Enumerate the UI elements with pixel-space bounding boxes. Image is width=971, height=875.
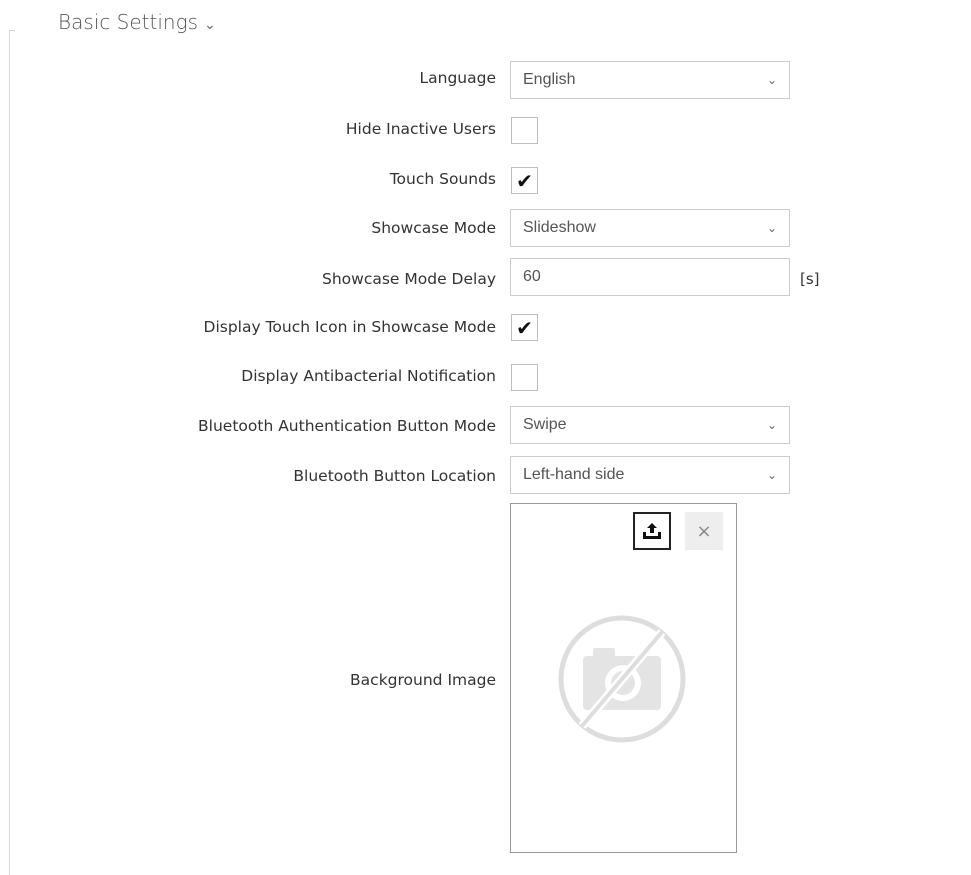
- language-select-value: English: [523, 71, 576, 88]
- showcase-mode-select[interactable]: Slideshow ⌄: [510, 209, 790, 247]
- bt-auth-button-mode-select-value: Swipe: [523, 416, 567, 433]
- showcase-mode-delay-value: 60: [523, 268, 541, 285]
- language-select[interactable]: English ⌄: [510, 61, 790, 99]
- display-touch-icon-label: Display Touch Icon in Showcase Mode: [203, 318, 496, 336]
- chevron-down-icon: ⌄: [204, 17, 216, 33]
- language-label: Language: [419, 69, 497, 87]
- bt-button-location-select-value: Left-hand side: [523, 466, 625, 483]
- upload-image-button[interactable]: [633, 512, 671, 550]
- display-touch-icon-checkbox[interactable]: ✔: [511, 314, 538, 341]
- showcase-mode-delay-input[interactable]: 60: [510, 258, 790, 296]
- display-antibacterial-checkbox[interactable]: [511, 364, 538, 391]
- section-title: Basic Settings: [58, 10, 199, 34]
- background-image-label: Background Image: [350, 671, 496, 689]
- chevron-down-icon: ⌄: [766, 468, 777, 482]
- section-header-basic-settings[interactable]: Basic Settings ⌄: [58, 10, 216, 34]
- showcase-mode-select-value: Slideshow: [523, 219, 596, 236]
- hide-inactive-users-checkbox[interactable]: [511, 117, 538, 144]
- touch-sounds-label: Touch Sounds: [389, 170, 496, 188]
- chevron-down-icon: ⌄: [766, 221, 777, 235]
- showcase-mode-delay-label: Showcase Mode Delay: [322, 270, 496, 288]
- upload-icon: [643, 523, 661, 539]
- chevron-down-icon: ⌄: [766, 73, 777, 87]
- bt-button-location-select[interactable]: Left-hand side ⌄: [510, 456, 790, 494]
- checkmark-icon: ✔: [516, 315, 533, 340]
- close-icon: ×: [696, 520, 712, 542]
- touch-sounds-checkbox[interactable]: ✔: [511, 167, 538, 194]
- checkmark-icon: ✔: [516, 168, 533, 193]
- section-frame-line: [9, 30, 10, 875]
- no-image-camera-icon: [558, 615, 686, 743]
- showcase-mode-delay-unit: [s]: [800, 270, 820, 288]
- showcase-mode-label: Showcase Mode: [371, 219, 496, 237]
- display-antibacterial-label: Display Antibacterial Notification: [241, 367, 496, 385]
- bt-auth-button-mode-label: Bluetooth Authentication Button Mode: [198, 417, 496, 435]
- bt-button-location-label: Bluetooth Button Location: [293, 467, 496, 485]
- chevron-down-icon: ⌄: [766, 418, 777, 432]
- section-frame-tick: [9, 30, 15, 31]
- remove-image-button[interactable]: ×: [685, 512, 723, 550]
- hide-inactive-users-label: Hide Inactive Users: [345, 120, 496, 138]
- bt-auth-button-mode-select[interactable]: Swipe ⌄: [510, 406, 790, 444]
